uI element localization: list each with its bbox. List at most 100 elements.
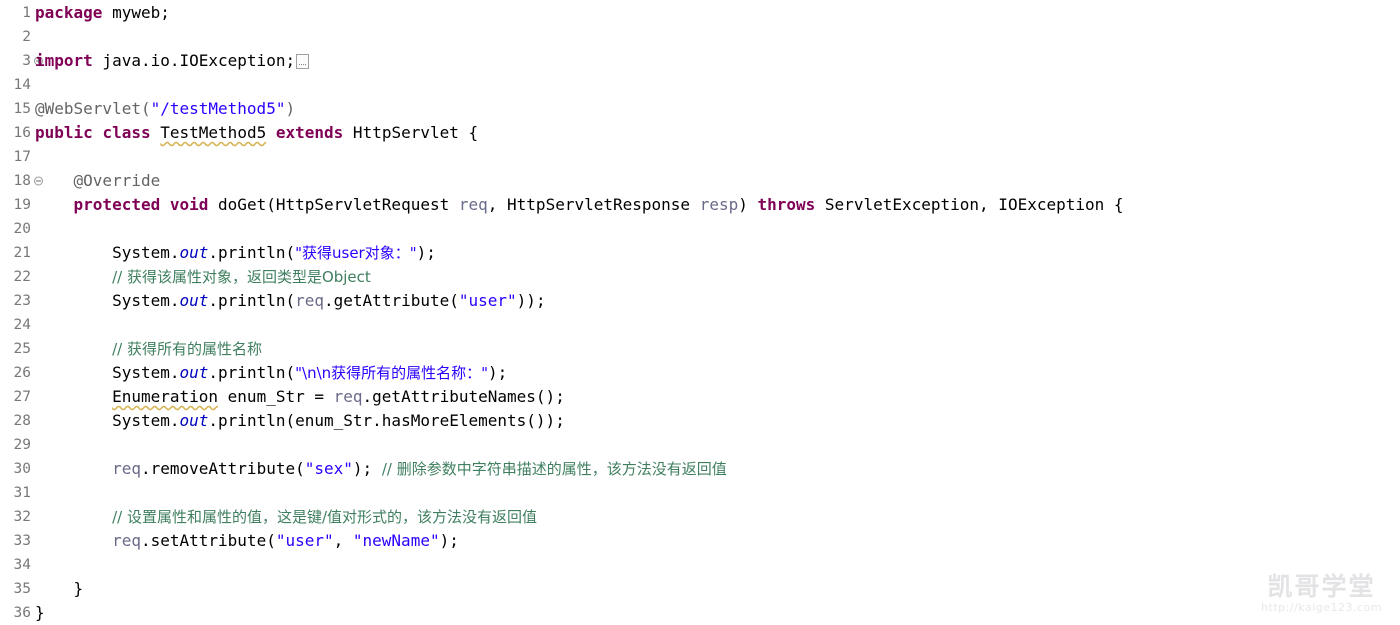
gutter-line[interactable]: 35 [0,577,32,601]
line-number: 19 [13,197,31,213]
line-number: 34 [13,557,31,573]
gutter-line[interactable]: 30 [0,457,32,481]
gutter-line[interactable]: 28 [0,409,32,433]
folded-code-placeholder[interactable] [296,54,310,69]
gutter-line[interactable]: 18 [0,169,43,193]
statement-end: ); [439,531,459,550]
getattribute-call: .getAttribute( [324,291,459,310]
code-line-24[interactable] [35,313,1400,337]
variable-assignment: enum_Str = [218,387,334,406]
line-number: 29 [13,437,31,453]
annotation-webservlet: @WebServlet( [35,99,151,118]
code-line-27[interactable]: Enumeration enum_Str = req.getAttributeN… [35,385,1400,409]
code-line-1[interactable]: package myweb; [35,1,1400,25]
method-signature-part1: doGet(HttpServletRequest [208,195,459,214]
code-line-21[interactable]: System.out.println("获得user对象："); [35,241,1400,265]
gutter-line[interactable]: 1 [0,1,32,25]
code-line-25[interactable]: // 获得所有的属性名称 [35,337,1400,361]
code-line-35[interactable]: } [35,577,1400,601]
code-line-33[interactable]: req.setAttribute("user", "newName"); [35,529,1400,553]
gutter-line[interactable]: 14 [0,73,32,97]
code-line-29[interactable] [35,433,1400,457]
code-text-area[interactable]: package myweb; import java.io.IOExceptio… [32,0,1400,623]
gutter-line[interactable]: 15 [0,97,32,121]
line-number: 14 [13,77,31,93]
keyword-import: import [35,51,93,70]
line-number: 26 [13,365,31,381]
code-line-36[interactable]: } [35,601,1400,623]
code-line-22[interactable]: // 获得该属性对象，返回类型是Object [35,265,1400,289]
code-line-23[interactable]: System.out.println(req.getAttribute("use… [35,289,1400,313]
import-path: java.io.IOException; [92,51,296,70]
code-line-20[interactable] [35,217,1400,241]
gutter-line[interactable]: 16 [0,121,32,145]
annotation-close-paren: ) [285,99,296,118]
line-number-gutter[interactable]: 1 2 3 14 15 16 17 18 19 20 21 22 23 24 2… [0,0,43,625]
parameter-req: req [458,195,488,214]
code-line-32[interactable]: // 设置属性和属性的值，这是键/值对形式的，该方法没有返回值 [35,505,1400,529]
gutter-line[interactable]: 20 [0,217,32,241]
gutter-line[interactable]: 31 [0,481,32,505]
line-number: 25 [13,341,31,357]
code-line-18[interactable]: @Override [35,169,1400,193]
gutter-line[interactable]: 33 [0,529,32,553]
gutter-line[interactable]: 19 [0,193,32,217]
code-line-31[interactable] [35,481,1400,505]
code-line-16[interactable]: public class TestMethod5 extends HttpSer… [35,121,1400,145]
gutter-line[interactable]: 29 [0,433,32,457]
line-number: 28 [13,413,31,429]
line-number: 22 [13,269,31,285]
gutter-line[interactable]: 2 [0,25,32,49]
code-line-19[interactable]: protected void doGet(HttpServletRequest … [35,193,1400,217]
string-literal-key: "user" [275,531,334,550]
code-line-28[interactable]: System.out.println(enum_Str.hasMoreEleme… [35,409,1400,433]
println-call: .println( [208,363,296,382]
trailing-comment: // 删除参数中字符串描述的属性，该方法没有返回值 [381,460,727,478]
gutter-line[interactable]: 24 [0,313,32,337]
line-number: 27 [13,389,31,405]
line-number: 21 [13,245,31,261]
gutter-line[interactable]: 23 [0,289,32,313]
gutter-line[interactable]: 21 [0,241,32,265]
comment-line: // 获得该属性对象，返回类型是Object [112,268,371,286]
gutter-line[interactable]: 34 [0,553,32,577]
code-line-26[interactable]: System.out.println("\n\n获得所有的属性名称："); [35,361,1400,385]
code-line-3[interactable]: import java.io.IOException; [35,49,1400,73]
setattribute-call: .setAttribute( [140,531,276,550]
field-out: out [179,411,209,430]
gutter-line[interactable]: 36 [0,601,32,625]
gutter-line[interactable]: 22 [0,265,32,289]
keyword-public: public [35,123,93,142]
comment-line: // 获得所有的属性名称 [112,340,262,358]
line-number: 16 [13,125,31,141]
line-number: 17 [13,149,31,165]
code-line-14[interactable] [35,73,1400,97]
method-signature-part2: , HttpServletResponse [487,195,700,214]
code-line-30[interactable]: req.removeAttribute("sex"); // 删除参数中字符串描… [35,457,1400,481]
code-editor[interactable]: 1 2 3 14 15 16 17 18 19 20 21 22 23 24 2… [0,0,1400,623]
gutter-line[interactable]: 17 [0,145,32,169]
code-line-2[interactable] [35,25,1400,49]
line-number: 18 [13,173,31,189]
gutter-line[interactable]: 26 [0,361,32,385]
gutter-line[interactable]: 3 [0,49,43,73]
code-line-34[interactable] [35,553,1400,577]
code-line-17[interactable] [35,145,1400,169]
string-literal: "sex" [304,459,353,478]
line-number: 20 [13,221,31,237]
system-ref: System. [112,243,180,262]
gutter-line[interactable]: 27 [0,385,32,409]
servlet-url-string: "/testMethod5" [150,99,286,118]
parameter-req: req [112,531,141,550]
gutter-line[interactable]: 32 [0,505,32,529]
gutter-line[interactable]: 25 [0,337,32,361]
code-line-15[interactable]: @WebServlet("/testMethod5") [35,97,1400,121]
line-number: 23 [13,293,31,309]
